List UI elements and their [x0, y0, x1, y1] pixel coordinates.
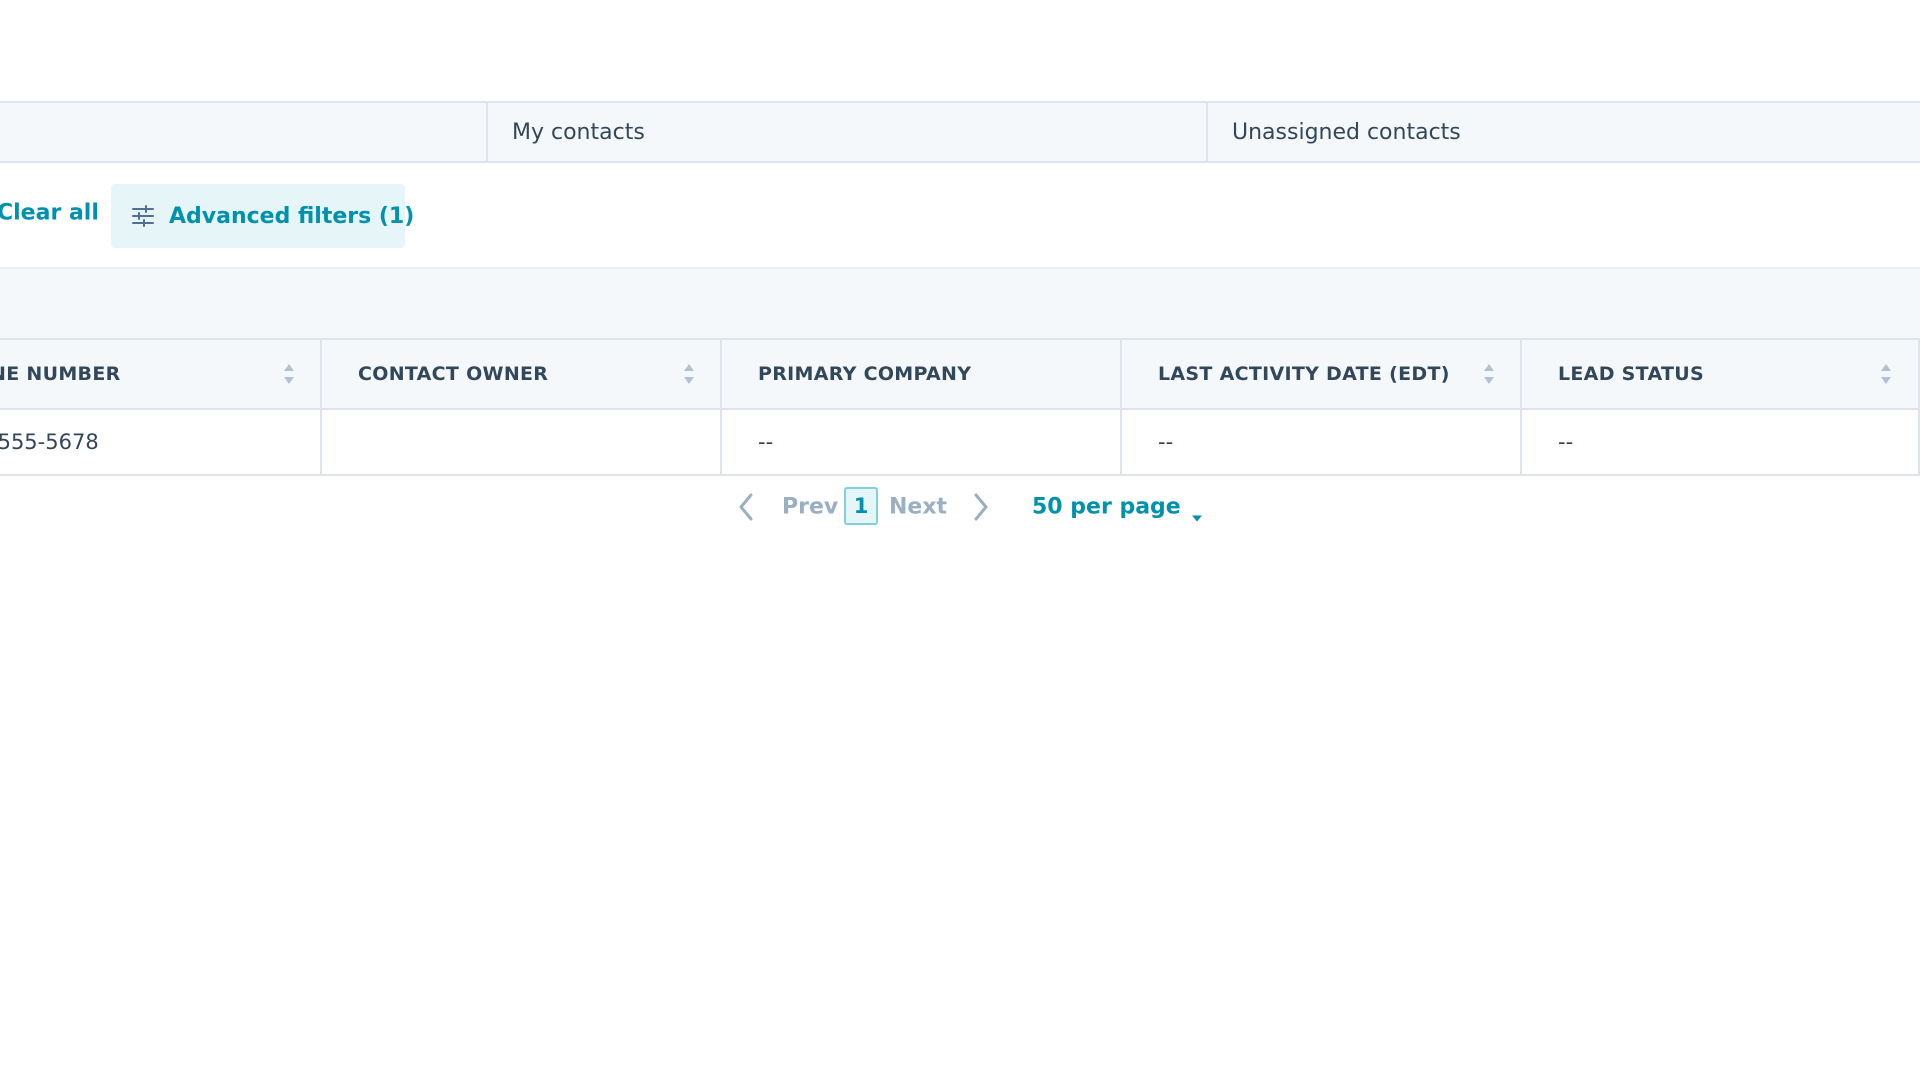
per-page-label: 50 per page [1032, 494, 1181, 520]
column-header-label: CONTACT OWNER [358, 363, 549, 385]
column-header-contact-owner[interactable]: CONTACT OWNER [320, 340, 721, 408]
tab-all-contacts[interactable] [0, 103, 487, 161]
caret-down-icon [1191, 503, 1203, 521]
cell-value: -- [758, 430, 774, 454]
per-page-dropdown[interactable]: 50 per page [1032, 494, 1203, 521]
chevron-left-icon[interactable] [733, 491, 761, 523]
prev-button[interactable]: Prev [782, 495, 838, 520]
filter-bar: Clear all Advanced filters (1) [0, 163, 1920, 268]
tab-unassigned-contacts[interactable]: Unassigned contacts [1206, 103, 1920, 161]
clear-all-link[interactable]: Clear all [0, 201, 99, 226]
column-header-lead-status[interactable]: LEAD STATUS [1520, 340, 1920, 408]
column-header-label: LEAD STATUS [1558, 363, 1704, 385]
column-header-primary-company[interactable]: PRIMARY COMPANY [720, 340, 1121, 408]
advanced-filters-button[interactable]: Advanced filters (1) [111, 184, 414, 248]
table-header: NE NUMBER CONTACT OWNER PRIMARY COMPANY … [0, 338, 1920, 410]
sort-icon[interactable] [1483, 362, 1495, 386]
table-row: -555-5678 -- -- -- [0, 410, 1920, 476]
sort-icon[interactable] [283, 362, 295, 386]
page-1-button[interactable]: 1 [844, 487, 878, 525]
table-toolbar-band [0, 267, 1920, 339]
column-header-label: NE NUMBER [0, 363, 121, 385]
cell-contact-owner[interactable] [320, 410, 721, 474]
column-header-last-activity-date[interactable]: LAST ACTIVITY DATE (EDT) [1120, 340, 1521, 408]
cell-primary-company: -- [720, 410, 1121, 474]
cell-value: -- [1558, 430, 1574, 454]
sliders-icon [131, 204, 155, 228]
contacts-table: NE NUMBER CONTACT OWNER PRIMARY COMPANY … [0, 338, 1920, 476]
advanced-filters-label: Advanced filters (1) [169, 203, 415, 229]
chevron-right-icon[interactable] [966, 491, 994, 523]
column-header-label: LAST ACTIVITY DATE (EDT) [1158, 363, 1450, 385]
sort-icon[interactable] [683, 362, 695, 386]
cell-phone-number: -555-5678 [0, 410, 321, 474]
tab-label: My contacts [512, 119, 645, 145]
tab-label: Unassigned contacts [1232, 119, 1461, 145]
cell-value: -555-5678 [0, 430, 99, 454]
cell-last-activity-date: -- [1120, 410, 1521, 474]
column-header-label: PRIMARY COMPANY [758, 363, 972, 385]
contacts-view: My contacts Unassigned contacts Clear al… [0, 0, 1920, 1080]
column-header-phone-number[interactable]: NE NUMBER [0, 340, 321, 408]
pagination: Prev 1 Next 50 per page [0, 484, 1920, 530]
tab-my-contacts[interactable]: My contacts [486, 103, 1207, 161]
view-tabs: My contacts Unassigned contacts [0, 101, 1920, 163]
cell-value: -- [1158, 430, 1174, 454]
cell-lead-status[interactable]: -- [1520, 410, 1920, 474]
next-button[interactable]: Next [889, 495, 947, 520]
sort-icon[interactable] [1880, 362, 1892, 386]
